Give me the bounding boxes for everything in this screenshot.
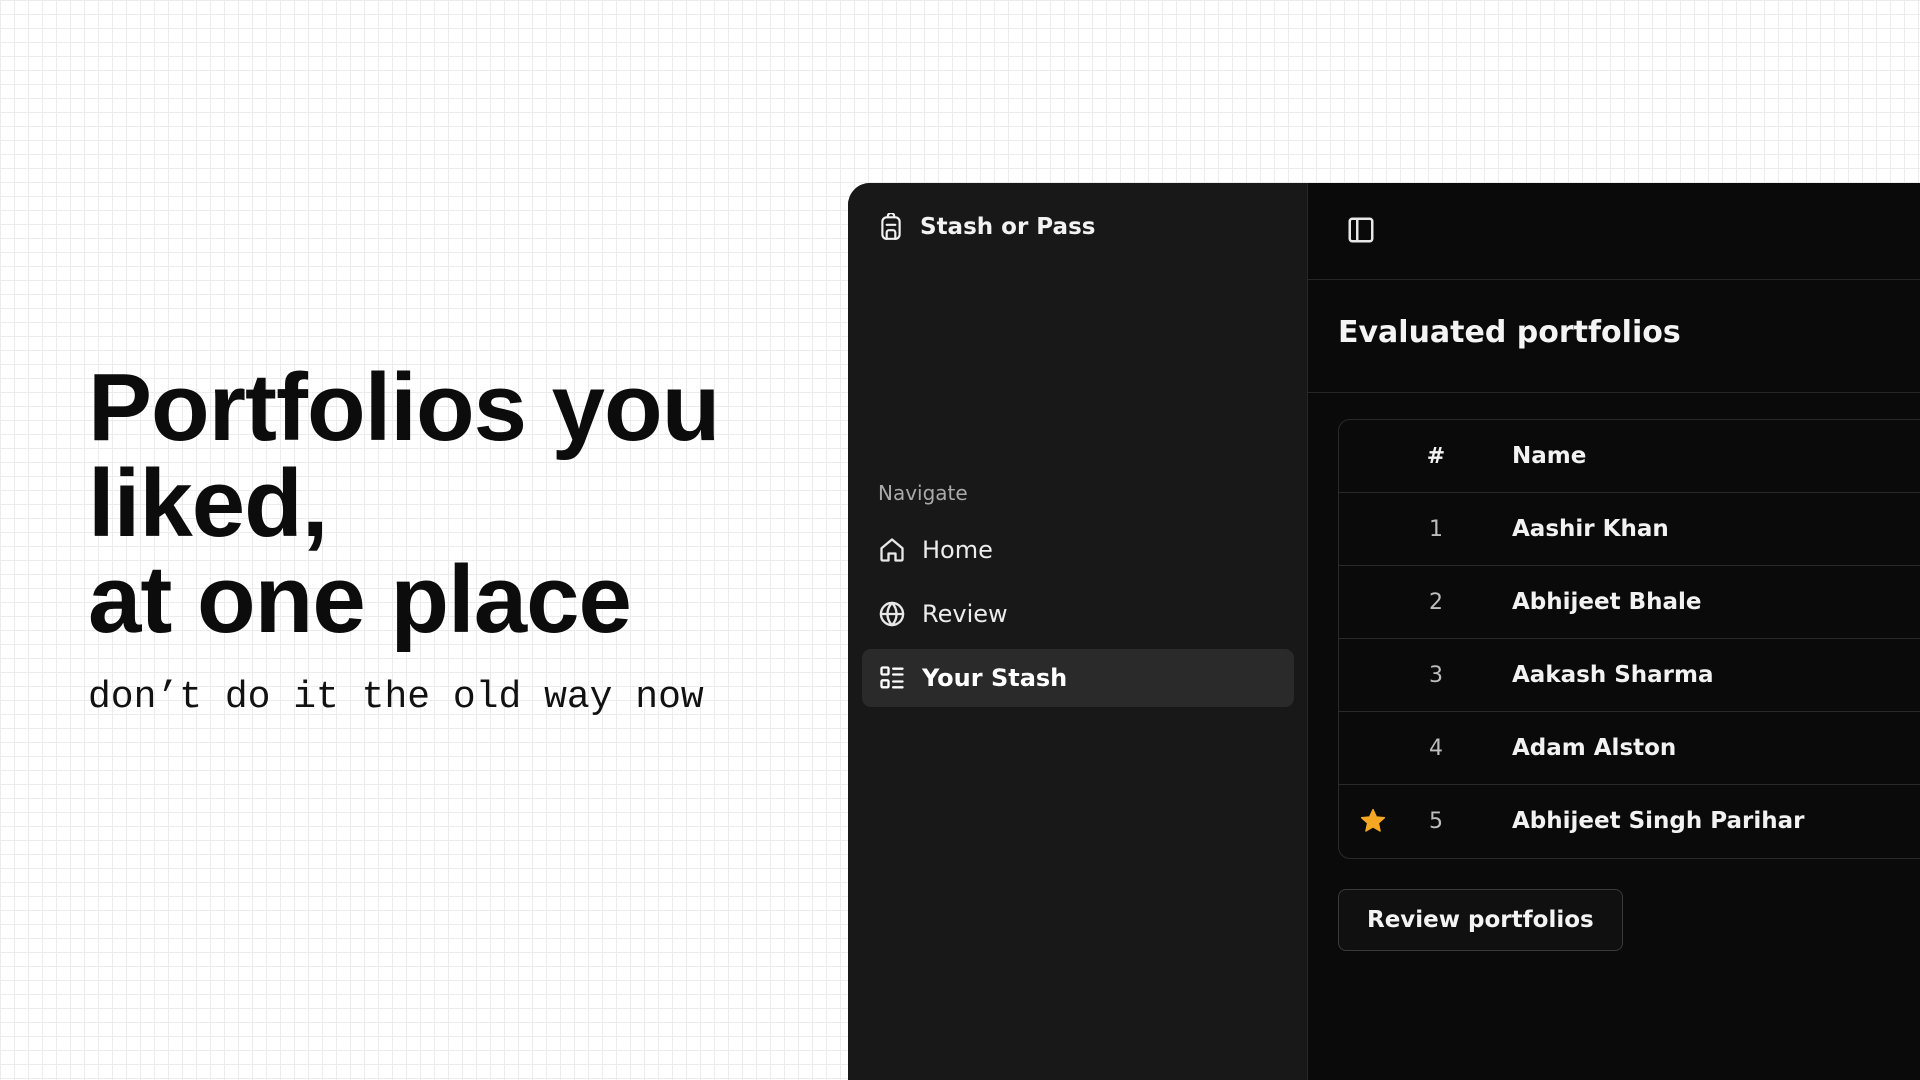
table-header-row: # Name bbox=[1339, 420, 1920, 493]
hero-title: Portfolios you liked, at one place bbox=[88, 360, 788, 648]
sidebar-item-label: Review bbox=[922, 600, 1008, 628]
star-icon[interactable] bbox=[1359, 807, 1387, 835]
row-number: 4 bbox=[1429, 736, 1443, 761]
table-row[interactable]: 2 Abhijeet Bhale bbox=[1339, 566, 1920, 639]
review-portfolios-button[interactable]: Review portfolios bbox=[1338, 889, 1623, 951]
sidebar-toggle-icon[interactable] bbox=[1346, 215, 1378, 247]
sidebar-item-label: Your Stash bbox=[922, 664, 1068, 692]
row-name: Aakash Sharma bbox=[1512, 662, 1714, 688]
hero-subtitle: don’t do it the old way now bbox=[88, 676, 704, 719]
table-row[interactable]: 5 Abhijeet Singh Parihar bbox=[1339, 785, 1920, 858]
row-number: 3 bbox=[1429, 663, 1443, 688]
table-row[interactable]: 1 Aashir Khan bbox=[1339, 493, 1920, 566]
sidebar-item-label: Home bbox=[922, 536, 993, 564]
row-name: Aashir Khan bbox=[1512, 516, 1669, 542]
column-header-number: # bbox=[1426, 444, 1446, 469]
hero-title-line: Portfolios you bbox=[88, 354, 720, 461]
list-icon bbox=[878, 664, 906, 692]
backpack-icon bbox=[878, 213, 904, 241]
nav-section-label: Navigate bbox=[878, 481, 968, 505]
table-row[interactable]: 3 Aakash Sharma bbox=[1339, 639, 1920, 712]
sidebar-item-your-stash[interactable]: Your Stash bbox=[862, 649, 1294, 707]
globe-icon bbox=[878, 600, 906, 628]
row-number: 1 bbox=[1429, 517, 1443, 542]
app-window: Stash or Pass Navigate Home Review Your … bbox=[848, 183, 1920, 1080]
hero-title-line: at one place bbox=[88, 546, 632, 653]
main-content: Evaluated portfolios # Name 1 Aashir Kha… bbox=[1308, 183, 1920, 1080]
app-name: Stash or Pass bbox=[920, 214, 1096, 240]
page-title: Evaluated portfolios bbox=[1338, 315, 1681, 350]
row-name: Adam Alston bbox=[1512, 735, 1677, 761]
sidebar-item-review[interactable]: Review bbox=[862, 585, 1294, 643]
row-name: Abhijeet Singh Parihar bbox=[1512, 808, 1805, 834]
table-row[interactable]: 4 Adam Alston bbox=[1339, 712, 1920, 785]
topbar bbox=[1308, 183, 1920, 280]
sidebar: Stash or Pass Navigate Home Review Your … bbox=[848, 183, 1308, 1080]
row-name: Abhijeet Bhale bbox=[1512, 589, 1702, 615]
portfolio-table: # Name 1 Aashir Khan 2 Abhijeet Bhale 3 … bbox=[1338, 419, 1920, 859]
home-icon bbox=[878, 536, 906, 564]
row-number: 2 bbox=[1429, 590, 1443, 615]
brand[interactable]: Stash or Pass bbox=[878, 207, 1095, 247]
column-header-name: Name bbox=[1512, 443, 1587, 469]
hero-title-line: liked, bbox=[88, 450, 328, 557]
hero: Portfolios you liked, at one place don’t… bbox=[88, 360, 788, 720]
row-number: 5 bbox=[1429, 809, 1443, 834]
sidebar-item-home[interactable]: Home bbox=[862, 521, 1294, 579]
section-header: Evaluated portfolios bbox=[1308, 280, 1920, 393]
